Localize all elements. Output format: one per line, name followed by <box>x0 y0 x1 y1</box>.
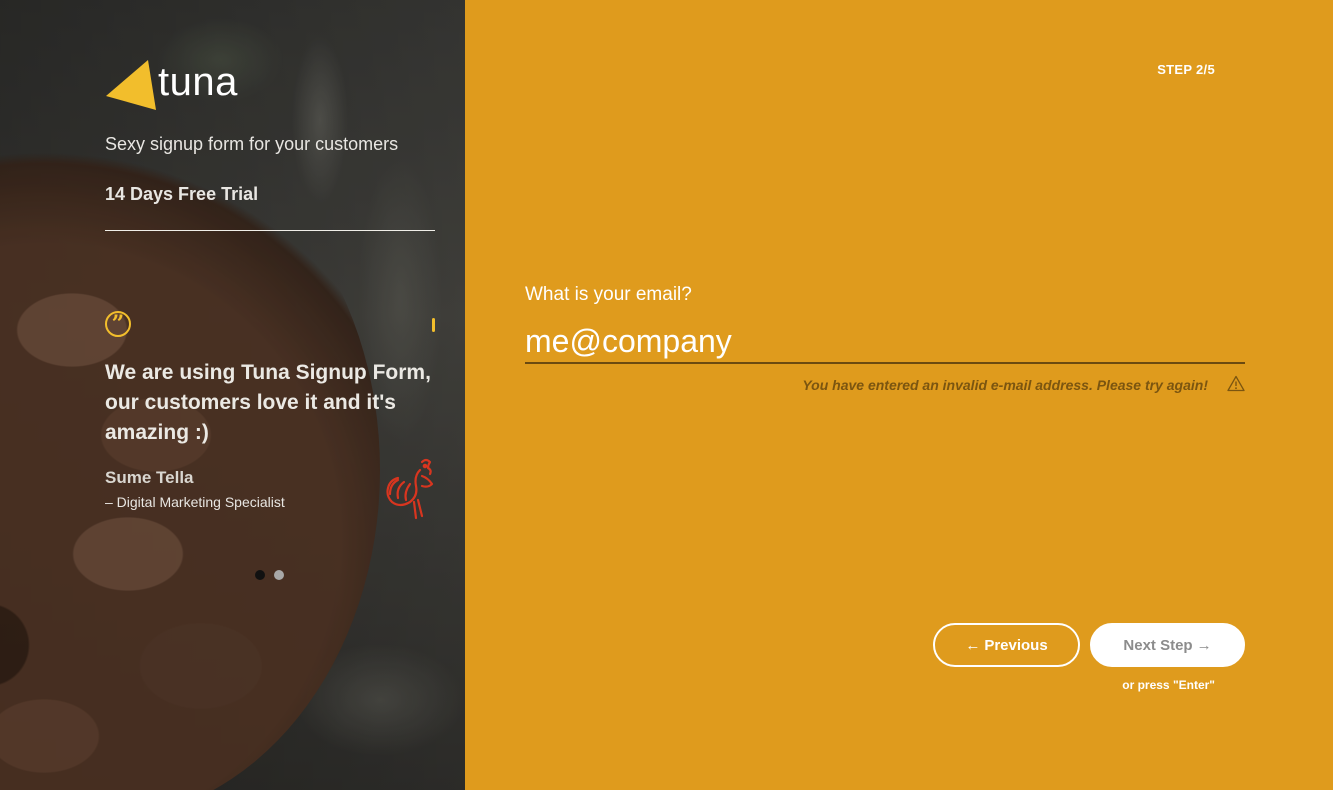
quote-icon: ” <box>105 311 131 337</box>
testimonial-role: – Digital Marketing Specialist <box>105 494 285 510</box>
testimonial-author: Sume Tella <box>105 468 194 487</box>
carousel-edge-marker <box>432 318 435 332</box>
rooster-icon <box>386 458 434 520</box>
carousel-dot-1[interactable] <box>255 570 265 580</box>
step-indicator: STEP 2/5 <box>1157 62 1215 77</box>
next-step-button-label: Next Step <box>1123 636 1193 654</box>
arrow-left-icon: ← <box>965 636 981 654</box>
trial-label: 14 Days Free Trial <box>105 184 259 204</box>
email-question-label: What is your email? <box>525 284 692 305</box>
testimonial-quote: We are using Tuna Signup Form, our custo… <box>105 361 431 444</box>
left-panel: tuna Sexy signup form for your customers… <box>0 0 465 790</box>
email-field[interactable] <box>525 320 1245 364</box>
logo-text: tuna <box>158 59 238 104</box>
arrow-right-icon: → <box>1196 636 1212 654</box>
carousel-dot-2[interactable] <box>274 570 284 580</box>
email-error-message: You have entered an invalid e-mail addre… <box>802 377 1208 393</box>
enter-hint: or press "Enter" <box>1122 678 1215 692</box>
next-step-button[interactable]: Next Step → <box>1090 623 1245 667</box>
previous-button[interactable]: ← Previous <box>933 623 1080 667</box>
carousel-dots <box>255 570 284 580</box>
divider <box>105 230 435 231</box>
form-panel: STEP 2/5 What is your email? You have en… <box>465 0 1333 790</box>
previous-button-label: Previous <box>984 636 1048 654</box>
tagline: Sexy signup form for your customers <box>105 134 399 154</box>
logo: tuna <box>104 60 238 110</box>
warning-icon <box>1227 375 1245 392</box>
logo-triangle-icon <box>106 60 156 110</box>
